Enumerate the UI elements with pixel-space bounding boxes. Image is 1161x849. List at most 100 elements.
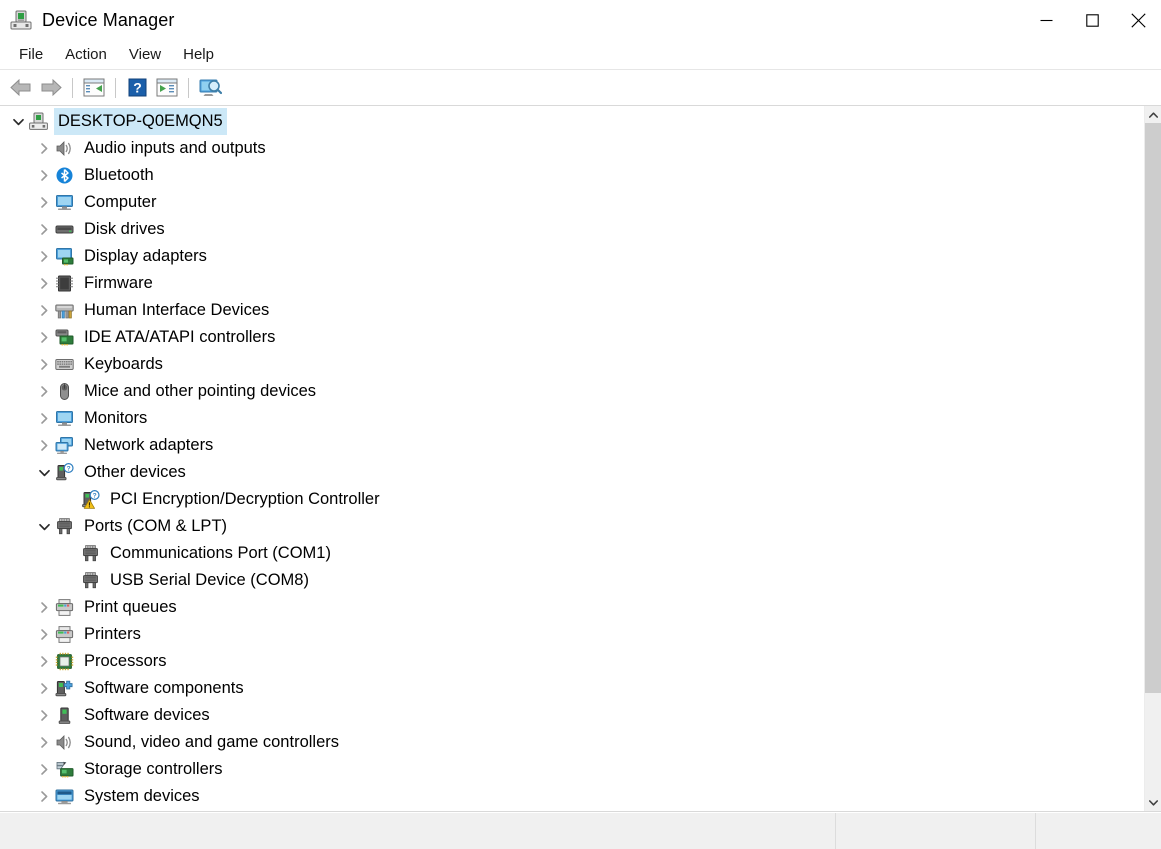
tree-node-label: Printers: [84, 625, 141, 643]
scrollbar-thumb[interactable]: [1145, 123, 1161, 693]
chevron-right-icon[interactable]: [34, 378, 54, 405]
network-adapter-icon: [54, 436, 74, 456]
properties-button[interactable]: [79, 74, 109, 102]
tree-node[interactable]: Disk drives: [0, 216, 1144, 243]
chevron-down-icon[interactable]: [34, 459, 54, 486]
scroll-up-button[interactable]: [1145, 106, 1161, 123]
tree-node-label: Audio inputs and outputs: [84, 139, 266, 157]
tree-node[interactable]: Software devices: [0, 702, 1144, 729]
chevron-right-icon[interactable]: [34, 351, 54, 378]
tree-node-label: Monitors: [84, 409, 148, 427]
chevron-right-icon[interactable]: [34, 594, 54, 621]
tree-node[interactable]: Ports (COM & LPT): [0, 513, 1144, 540]
chip-icon: [54, 274, 74, 294]
port-icon: [80, 544, 100, 564]
menu-view[interactable]: View: [118, 43, 172, 66]
minimize-button[interactable]: [1023, 0, 1069, 40]
speaker-icon: [54, 733, 74, 753]
tree-node[interactable]: Storage controllers: [0, 756, 1144, 783]
close-button[interactable]: [1115, 0, 1161, 40]
status-pane-2: [835, 813, 1035, 849]
scroll-down-button[interactable]: [1145, 794, 1161, 811]
update-driver-button[interactable]: [152, 74, 182, 102]
chevron-right-icon[interactable]: [34, 648, 54, 675]
chevron-down-icon[interactable]: [34, 513, 54, 540]
processor-icon: [54, 652, 74, 672]
tree-node[interactable]: Sound, video and game controllers: [0, 729, 1144, 756]
window-title: Device Manager: [42, 9, 175, 30]
help-button[interactable]: ?: [122, 74, 152, 102]
software-device-icon: [54, 706, 74, 726]
menu-help[interactable]: Help: [172, 43, 225, 66]
ide-controller-icon: [54, 328, 74, 348]
chevron-right-icon[interactable]: [34, 135, 54, 162]
tree-node[interactable]: IDE ATA/ATAPI controllers: [0, 324, 1144, 351]
chevron-right-icon[interactable]: [34, 621, 54, 648]
tree-node[interactable]: Processors: [0, 648, 1144, 675]
chevron-right-icon[interactable]: [34, 675, 54, 702]
device-tree[interactable]: DESKTOP-Q0EMQN5 Audio inputs and outputs B…: [0, 106, 1144, 811]
toolbar-separator-2: [115, 77, 116, 98]
tree-node[interactable]: Bluetooth: [0, 162, 1144, 189]
tree-node-label: Sound, video and game controllers: [84, 733, 339, 751]
tree-node-label: PCI Encryption/Decryption Controller: [110, 490, 380, 508]
tree-node[interactable]: ? PCI Encryption/Decryption Controller: [0, 486, 1144, 513]
chevron-right-icon[interactable]: [34, 432, 54, 459]
chevron-right-icon[interactable]: [34, 324, 54, 351]
hid-icon: [54, 301, 74, 321]
tree-node-label: Network adapters: [84, 436, 214, 454]
tree-node[interactable]: ? Other devices: [0, 459, 1144, 486]
tree-node-label: Mice and other pointing devices: [84, 382, 317, 400]
tree-node[interactable]: USB Serial Device (COM8): [0, 567, 1144, 594]
chevron-right-icon[interactable]: [34, 216, 54, 243]
menu-file[interactable]: File: [8, 43, 54, 66]
chevron-right-icon[interactable]: [34, 405, 54, 432]
chevron-right-icon[interactable]: [34, 297, 54, 324]
tree-node[interactable]: Network adapters: [0, 432, 1144, 459]
tree-node[interactable]: Print queues: [0, 594, 1144, 621]
tree-root-node[interactable]: DESKTOP-Q0EMQN5: [0, 108, 1144, 135]
tree-node[interactable]: Computer: [0, 189, 1144, 216]
tree-node[interactable]: System devices: [0, 783, 1144, 810]
tree-node[interactable]: Human Interface Devices: [0, 297, 1144, 324]
back-button[interactable]: [6, 74, 36, 102]
menu-bar: File Action View Help: [0, 40, 1161, 70]
svg-text:?: ?: [92, 493, 96, 500]
chevron-right-icon[interactable]: [34, 162, 54, 189]
scan-hardware-button[interactable]: [195, 74, 225, 102]
chevron-right-icon[interactable]: [34, 270, 54, 297]
tree-node[interactable]: Printers: [0, 621, 1144, 648]
tree-node[interactable]: Firmware: [0, 270, 1144, 297]
device-manager-window: Device Manager File Action View Help ? D…: [0, 0, 1161, 849]
tree-node[interactable]: Display adapters: [0, 243, 1144, 270]
tree-node-label: Print queues: [84, 598, 177, 616]
status-pane-1: [0, 813, 835, 849]
chevron-right-icon[interactable]: [34, 729, 54, 756]
chevron-right-icon[interactable]: [34, 783, 54, 810]
tree-node[interactable]: Audio inputs and outputs: [0, 135, 1144, 162]
tree-node[interactable]: Mice and other pointing devices: [0, 378, 1144, 405]
chevron-right-icon[interactable]: [34, 702, 54, 729]
menu-action[interactable]: Action: [54, 43, 118, 66]
chevron-down-icon[interactable]: [8, 108, 28, 135]
maximize-button[interactable]: [1069, 0, 1115, 40]
tree-node-label: System devices: [84, 787, 200, 805]
tree-node[interactable]: Communications Port (COM1): [0, 540, 1144, 567]
keyboard-icon: [54, 355, 74, 375]
tree-node[interactable]: Monitors: [0, 405, 1144, 432]
tree-node-label: Disk drives: [84, 220, 165, 238]
forward-button[interactable]: [36, 74, 66, 102]
tree-node-label: Firmware: [84, 274, 153, 292]
vertical-scrollbar[interactable]: [1144, 106, 1161, 811]
tree-node-label: Bluetooth: [84, 166, 154, 184]
tree-node[interactable]: Software components: [0, 675, 1144, 702]
chevron-right-icon[interactable]: [34, 189, 54, 216]
toolbar: ?: [0, 70, 1161, 106]
chevron-right-icon[interactable]: [34, 243, 54, 270]
printer-icon: [54, 625, 74, 645]
tree-node-label: USB Serial Device (COM8): [110, 571, 309, 589]
tree-node[interactable]: Keyboards: [0, 351, 1144, 378]
computer-root-icon: [28, 112, 48, 132]
tree-node-label: Storage controllers: [84, 760, 223, 778]
chevron-right-icon[interactable]: [34, 756, 54, 783]
